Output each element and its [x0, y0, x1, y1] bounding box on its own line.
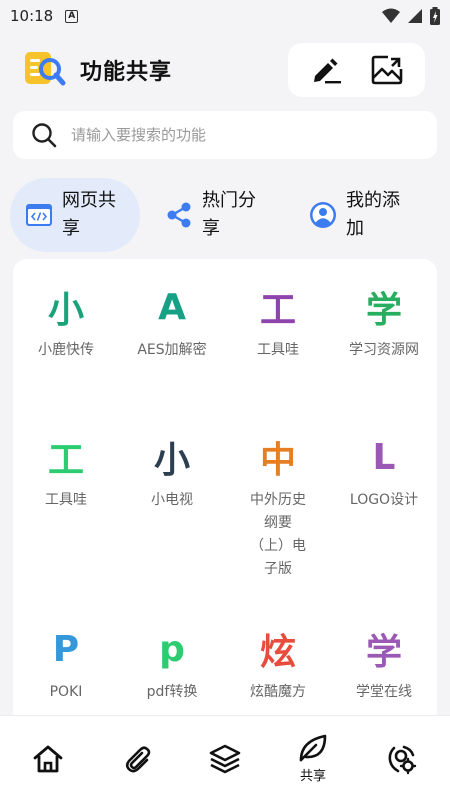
- grid-item[interactable]: L LOGO设计: [331, 427, 437, 512]
- grid-item[interactable]: 工 工具哇: [225, 277, 331, 362]
- image-icon: [371, 55, 403, 85]
- grid-item-glyph: 工: [259, 290, 296, 331]
- grid-item[interactable]: P POKI: [13, 619, 119, 704]
- grid-item-glyph: L: [372, 436, 396, 478]
- grid-item-label: 工具哇: [257, 342, 299, 358]
- nav-attachments[interactable]: [93, 716, 183, 800]
- grid-item-label: 小鹿快传: [38, 342, 94, 358]
- leaf-icon: [299, 734, 327, 762]
- grid-item-label: 学习资源网: [349, 342, 419, 358]
- tab-label: 我的添加: [346, 190, 400, 239]
- nav-layers[interactable]: [180, 716, 270, 800]
- home-icon: [33, 745, 63, 772]
- header-actions: [288, 43, 425, 97]
- paperclip-icon: [125, 745, 151, 772]
- pen-icon: [314, 58, 342, 84]
- grid-item-label: 工具哇: [45, 492, 87, 508]
- app-header: 功能共享: [0, 40, 450, 100]
- grid-item-glyph: p: [159, 628, 185, 670]
- status-time: 10:18: [10, 7, 54, 25]
- tab-label: 热门分享: [202, 190, 256, 239]
- signal-icon: [408, 9, 422, 23]
- tab-my-additions[interactable]: 我的添加: [304, 178, 428, 252]
- battery-icon: [430, 7, 440, 25]
- grid-item-glyph: 小: [153, 440, 190, 481]
- tab-web-share[interactable]: 网页共享: [10, 178, 140, 252]
- grid-item-label: POKI: [49, 684, 83, 700]
- grid-item[interactable]: 小 小鹿快传: [13, 277, 119, 362]
- grid-item-label: LOGO设计: [349, 492, 419, 508]
- share-icon: [164, 200, 194, 230]
- layers-icon: [209, 744, 241, 773]
- grid-item[interactable]: p pdf转换: [119, 619, 225, 704]
- search-input[interactable]: [71, 126, 391, 144]
- grid-item-glyph: 学: [365, 632, 402, 673]
- grid-item[interactable]: 工 工具哇: [13, 427, 119, 512]
- code-window-icon: [24, 200, 54, 230]
- grid-item-label: pdf转换: [146, 684, 198, 700]
- search-icon: [32, 123, 57, 148]
- edit-button[interactable]: [306, 50, 346, 90]
- nav-home[interactable]: [3, 716, 93, 800]
- grid-item-glyph: P: [52, 628, 80, 670]
- category-tabs: 网页共享 热门分享 我的添加: [10, 178, 440, 252]
- bottom-nav: 共享: [0, 715, 450, 800]
- grid-item-label: 小电视: [151, 492, 193, 508]
- grid-item-label: 中外历史纲要（上）电子版: [250, 492, 306, 577]
- tab-hot-share[interactable]: 热门分享: [160, 178, 280, 252]
- nav-profile[interactable]: [357, 716, 447, 800]
- grid-item-glyph: 学: [365, 290, 402, 331]
- grid-item[interactable]: 中 中外历史纲要（上）电子版: [225, 427, 331, 581]
- wifi-icon: [382, 8, 400, 23]
- grid-item-label: 炫酷魔方: [250, 684, 306, 700]
- tool-grid: 小 小鹿快传 A AES加解密 工 工具哇 学 学习资源网 工 工具哇 小 小电…: [13, 259, 437, 729]
- person-settings-icon: [388, 745, 417, 774]
- grid-item-glyph: A: [158, 286, 186, 328]
- nav-share[interactable]: 共享: [268, 716, 358, 800]
- grid-item[interactable]: A AES加解密: [119, 277, 225, 362]
- nav-share-label: 共享: [299, 769, 326, 784]
- grid-item-label: 学堂在线: [356, 684, 412, 700]
- grid-item-glyph: 中: [259, 440, 296, 481]
- status-bar: 10:18 A: [0, 0, 450, 32]
- grid-item-label: AES加解密: [137, 342, 207, 358]
- status-indicators: [382, 7, 440, 25]
- grid-item-glyph: 炫: [259, 632, 296, 673]
- grid-item-glyph: 工: [47, 440, 84, 481]
- tab-label: 网页共享: [62, 190, 116, 239]
- user-circle-icon: [308, 200, 338, 230]
- grid-item[interactable]: 炫 炫酷魔方: [225, 619, 331, 704]
- notification-a-icon: A: [65, 9, 79, 23]
- search-bar[interactable]: [13, 111, 437, 159]
- grid-item[interactable]: 小 小电视: [119, 427, 225, 512]
- grid-item-glyph: 小: [47, 290, 84, 331]
- grid-item[interactable]: 学 学习资源网: [331, 277, 437, 362]
- grid-item[interactable]: 学 学堂在线: [331, 619, 437, 704]
- image-share-button[interactable]: [367, 50, 407, 90]
- page-title: 功能共享: [80, 60, 173, 85]
- app-logo-icon: [25, 52, 66, 86]
